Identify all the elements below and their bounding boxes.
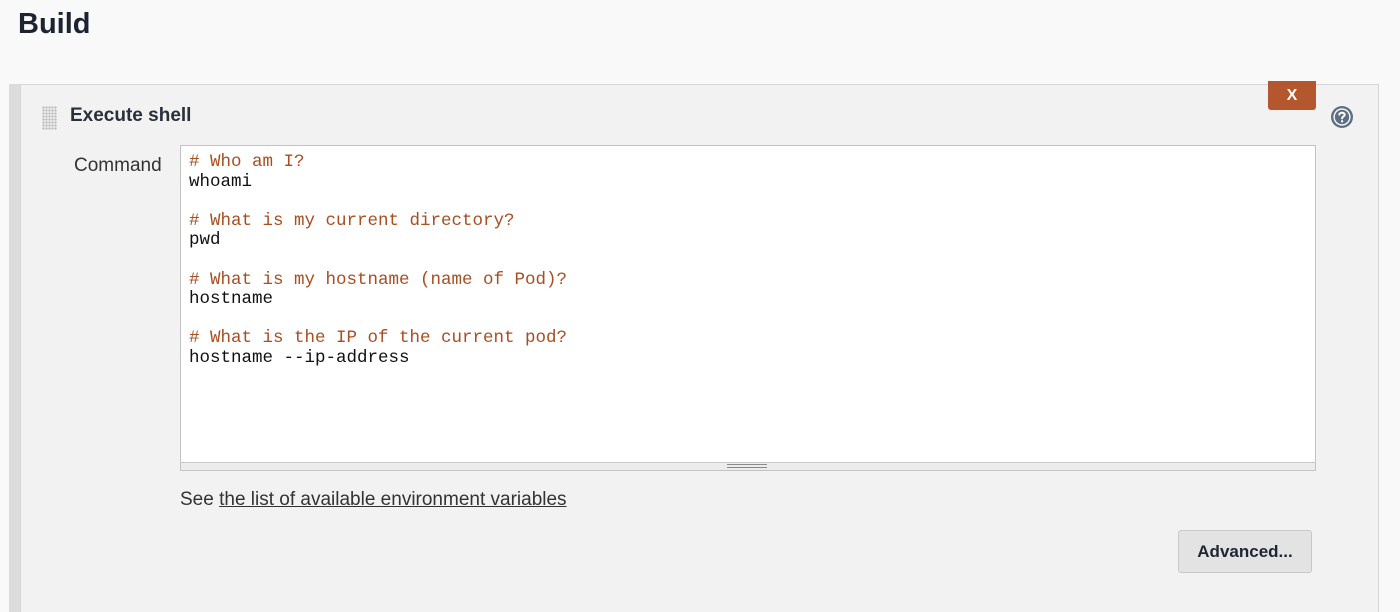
advanced-button[interactable]: Advanced... bbox=[1178, 530, 1312, 573]
section-title: Build bbox=[18, 8, 91, 40]
script-comment-line: # What is the IP of the current pod? bbox=[189, 328, 568, 349]
script-blank-line bbox=[189, 251, 1307, 271]
resize-grip-icon bbox=[727, 464, 767, 468]
build-step-execute-shell: Execute shell X Command # Who am I? whoam… bbox=[20, 81, 1379, 612]
script-code-line: hostname --ip-address bbox=[189, 347, 410, 368]
step-title: Execute shell bbox=[70, 105, 192, 126]
script-code-line: whoami bbox=[189, 171, 253, 192]
script-comment-line: # What is my current directory? bbox=[189, 210, 515, 231]
env-hint-prefix: See bbox=[180, 489, 220, 510]
script-comment-line: # Who am I? bbox=[189, 152, 305, 172]
drag-handle-icon[interactable] bbox=[42, 106, 57, 130]
command-textarea[interactable]: # Who am I? whoami # What is my current di… bbox=[180, 145, 1316, 471]
script-code-line: hostname bbox=[189, 289, 274, 310]
command-script[interactable]: # Who am I? whoami # What is my current di… bbox=[189, 152, 1307, 369]
delete-step-button[interactable]: X bbox=[1268, 81, 1316, 110]
command-label: Command bbox=[74, 155, 162, 176]
section-divider bbox=[9, 84, 20, 612]
script-blank-line bbox=[189, 192, 1307, 212]
script-code-line: pwd bbox=[189, 230, 221, 251]
env-vars-link[interactable]: the list of available environment variab… bbox=[219, 489, 566, 510]
help-icon[interactable] bbox=[1330, 105, 1354, 129]
env-vars-hint: See the list of available environment va… bbox=[180, 489, 567, 511]
script-comment-line: # What is my hostname (name of Pod)? bbox=[189, 269, 568, 290]
script-blank-line bbox=[189, 310, 1307, 330]
textarea-resize-handle[interactable] bbox=[181, 462, 1315, 470]
